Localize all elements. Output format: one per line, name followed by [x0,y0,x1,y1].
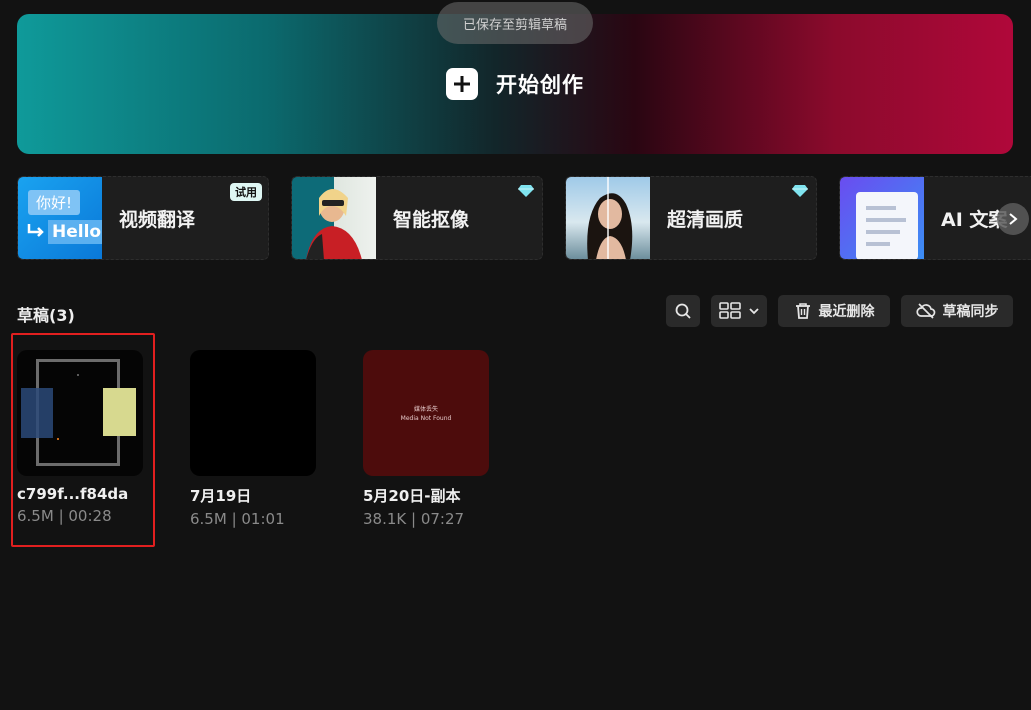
thumb-text-nihao: 你好! [28,190,81,215]
media-not-found-text: Media Not Found [400,415,452,422]
feature-label: 智能抠像 [393,208,470,231]
diamond-icon [792,185,808,197]
save-toast: 已保存至剪辑草稿 [437,2,593,44]
draft-card[interactable]: 媒体丢失 Media Not Found 5月20日-副本 38.1K | 07… [363,350,489,528]
media-missing-text: 媒体丢失 [413,406,438,413]
ai-copywriting-thumbnail [840,177,924,259]
plus-icon [446,68,478,100]
draft-meta: 38.1K | 07:27 [363,510,465,528]
cloud-off-icon [915,303,935,319]
feature-label: 超清画质 [667,208,744,231]
drafts-title: 草稿(3) [17,306,75,325]
draft-name: c799f...f84da [17,485,129,503]
feature-hd-quality[interactable]: 超清画质 [565,176,817,260]
start-create-button[interactable]: 开始创作 [446,68,584,100]
draft-thumbnail [17,350,143,476]
recent-delete-button[interactable]: 最近删除 [778,295,890,327]
portrait-figure-icon [587,177,633,259]
document-icon [856,192,918,259]
draft-sync-button[interactable]: 草稿同步 [901,295,1013,327]
draft-card[interactable]: 7月19日 6.5M | 01:01 [190,350,316,528]
draft-sync-label: 草稿同步 [942,304,999,320]
scroll-next-button[interactable] [997,203,1029,235]
draft-card[interactable]: c799f...f84da 6.5M | 00:28 [17,350,143,525]
draft-name: 5月20日-副本 [363,487,461,505]
draft-meta: 6.5M | 01:01 [190,510,285,528]
recent-delete-label: 最近删除 [818,304,875,320]
search-button[interactable] [666,295,700,327]
view-mode-dropdown[interactable] [711,295,767,327]
smart-cutout-thumbnail [292,177,376,259]
chevron-down-icon [749,308,759,315]
grid-view-icon [719,302,741,319]
trial-badge: 试用 [230,183,262,201]
save-toast-text: 已保存至剪辑草稿 [462,17,567,33]
arrow-turn-icon [27,224,44,237]
hd-quality-thumbnail [566,177,650,259]
chevron-right-icon [1009,213,1018,225]
draft-thumbnail [190,350,316,476]
feature-label: 视频翻译 [119,208,196,231]
thumb-text-hello: Hello [48,220,102,244]
feature-cards: 你好! Hello 视频翻译 试用 智能抠像 超清画质 AI 文案 [17,176,1031,260]
draft-name: 7月19日 [190,487,252,505]
draft-thumbnail: 媒体丢失 Media Not Found [363,350,489,476]
person-figure-icon [306,189,362,259]
start-create-label: 开始创作 [496,73,584,97]
draft-meta: 6.5M | 00:28 [17,507,112,525]
video-translate-thumbnail: 你好! Hello [18,177,102,259]
diamond-icon [518,185,534,197]
feature-video-translate[interactable]: 你好! Hello 视频翻译 试用 [17,176,269,260]
feature-smart-cutout[interactable]: 智能抠像 [291,176,543,260]
search-icon [675,303,691,319]
trash-icon [795,303,810,319]
